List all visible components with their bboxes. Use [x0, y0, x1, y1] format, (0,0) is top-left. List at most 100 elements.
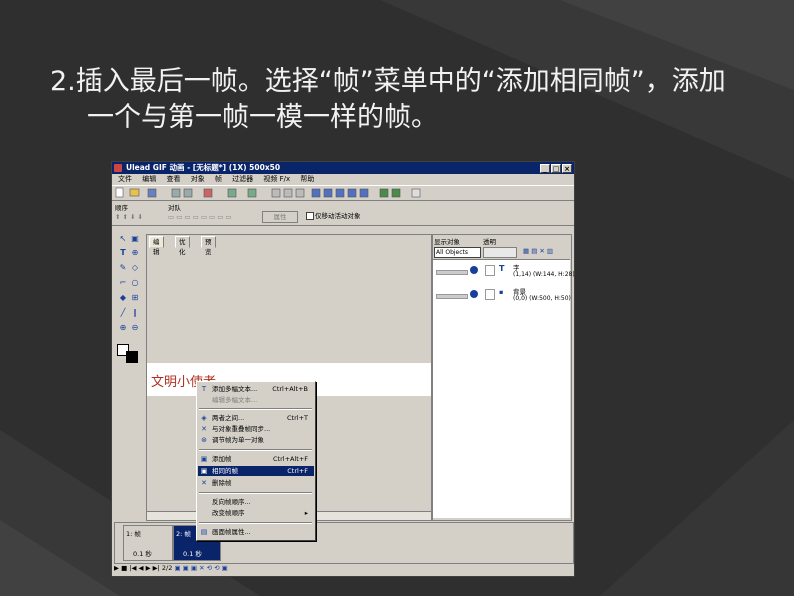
- frame-add-icon[interactable]: [311, 188, 321, 198]
- pen-tool-icon[interactable]: ∥: [130, 308, 140, 318]
- frame-counter: 2/2: [161, 564, 173, 572]
- playback-tool-icons[interactable]: ▣ ▣ ▣ ✕ ⟲ ⟲ ▣: [174, 564, 227, 572]
- text-tool-icon[interactable]: T: [118, 248, 128, 258]
- opacity-slider[interactable]: [483, 247, 517, 258]
- object-filter-select[interactable]: All Objects: [434, 247, 481, 258]
- only-move-active-checkbox[interactable]: [306, 212, 314, 220]
- fill-tool-icon[interactable]: ◆: [118, 293, 128, 303]
- print-icon[interactable]: [171, 188, 181, 198]
- menu-item-edit-multi-text[interactable]: 编辑多幅文本...: [198, 395, 314, 405]
- zoom-out-icon[interactable]: ⊖: [130, 323, 140, 333]
- eyedropper-tool-icon[interactable]: ╱: [118, 308, 128, 318]
- menu-item-label: 调节帧为单一对象: [212, 436, 264, 444]
- lock-icon[interactable]: [485, 265, 495, 276]
- menu-item-label: 添加帧: [212, 455, 232, 463]
- menu-video-fx[interactable]: 视频 F/x: [263, 175, 290, 183]
- wizard-icon[interactable]: [391, 188, 401, 198]
- close-button[interactable]: ×: [562, 164, 572, 173]
- open-icon[interactable]: [129, 188, 140, 197]
- menu-file[interactable]: 文件: [118, 175, 132, 183]
- tween-icon[interactable]: [347, 188, 357, 198]
- arrange-panel: 顺序 对队 ⬆ ⬆ ⬇ ⬇ ▭ ▭ ▭ ▭ ▭ ▭ ▭ ▭ 属性 仅移动活动对象: [112, 201, 574, 226]
- menu-item-add-multi-text[interactable]: T 添加多幅文本... Ctrl+Alt+B: [198, 384, 314, 394]
- text-object-icon: T: [499, 264, 505, 273]
- image-object-icon: ▪: [499, 288, 504, 296]
- order-buttons[interactable]: ⬆ ⬆ ⬇ ⬇: [115, 213, 143, 221]
- menu-item-change-order[interactable]: 改变帧顺序 ▸: [198, 508, 314, 518]
- new-icon[interactable]: [115, 187, 124, 198]
- frame-duration[interactable]: 0.1 秒: [183, 548, 202, 558]
- playback-bar: ▶ ■ |◀ ◀ ▶ ▶| 2/2 ▣ ▣ ▣ ✕ ⟲ ⟲ ▣: [114, 563, 572, 573]
- maximize-button[interactable]: □: [551, 164, 561, 173]
- add-frame-icon: ▣: [200, 455, 208, 463]
- menu-separator: [199, 449, 312, 451]
- object-list: T 字 (1,14) (W:144, H:28) ▪ 背景 (0,0) (W:5…: [433, 259, 574, 518]
- duplicate-frame-icon: ▣: [200, 467, 208, 475]
- grid-tool-icon[interactable]: ⊞: [130, 293, 140, 303]
- redo-icon[interactable]: [247, 188, 257, 198]
- visibility-icon[interactable]: [470, 266, 478, 274]
- menu-item-add-frame[interactable]: ▣ 添加帧 Ctrl+Alt+F: [198, 454, 314, 464]
- slide-heading: 2.插入最后一帧。选择“帧”菜单中的“添加相同帧”，添加 一个与第一帧一模一样的…: [50, 64, 770, 136]
- transform-tool-icon[interactable]: ⊕: [130, 248, 140, 258]
- zoom-in-icon[interactable]: ⊕: [118, 323, 128, 333]
- frame-duration[interactable]: 0.1 秒: [133, 548, 152, 558]
- scan-icon[interactable]: [183, 188, 193, 198]
- menu-item-label: 相同的帧: [212, 467, 238, 475]
- pointer-tool-icon[interactable]: ↖: [118, 234, 128, 244]
- brush-tool-icon[interactable]: ✎: [118, 263, 128, 273]
- object-info: (0,0) (W:500, H:50): [513, 295, 571, 302]
- tab-preview[interactable]: 预览: [201, 236, 216, 256]
- eraser-tool-icon[interactable]: ⌐: [118, 278, 128, 288]
- menu-item-frame-properties[interactable]: ▤ 画面帧属性...: [198, 527, 314, 537]
- minimize-button[interactable]: _: [540, 164, 550, 173]
- lasso-tool-icon[interactable]: ○: [130, 278, 140, 288]
- lock-icon[interactable]: [485, 289, 495, 300]
- object-row[interactable]: T 字 (1,14) (W:144, H:28): [433, 262, 574, 280]
- menu-filter[interactable]: 过滤器: [232, 175, 253, 183]
- preview-icon[interactable]: [379, 188, 389, 198]
- copy-icon[interactable]: [283, 188, 293, 198]
- undo-icon[interactable]: [227, 188, 237, 198]
- menu-item-merge-single[interactable]: ⊛ 调节帧为单一对象: [198, 435, 314, 445]
- menu-item-sync-overlap[interactable]: ✕ 与对象重叠帧同步...: [198, 424, 314, 434]
- frame-del-icon[interactable]: [335, 188, 345, 198]
- menu-item-tween[interactable]: ◈ 两者之间... Ctrl+T: [198, 413, 314, 423]
- effect-icon[interactable]: [203, 188, 213, 198]
- sync-icon[interactable]: [359, 188, 369, 198]
- tab-edit[interactable]: 编辑: [149, 236, 164, 256]
- cut-icon[interactable]: [271, 188, 281, 198]
- magic-wand-icon[interactable]: ◇: [130, 263, 140, 273]
- frame-panel: 1: 帧 0.1 秒 2: 帧 0.1 秒: [114, 522, 574, 564]
- frame-number: 2: 帧: [176, 530, 191, 538]
- menu-object[interactable]: 对象: [191, 175, 205, 183]
- align-buttons[interactable]: ▭ ▭ ▭ ▭ ▭ ▭ ▭ ▭: [168, 213, 232, 221]
- only-move-active-label: 仅移动活动对象: [315, 212, 361, 220]
- menu-item-label: 画面帧属性...: [212, 528, 251, 536]
- main-toolbar: [112, 185, 574, 201]
- menu-view[interactable]: 查看: [166, 175, 180, 183]
- menu-edit[interactable]: 编辑: [142, 175, 156, 183]
- menu-item-shortcut: Ctrl+T: [287, 414, 308, 422]
- crop-tool-icon[interactable]: ▣: [130, 234, 140, 244]
- tab-optimize[interactable]: 优化: [175, 236, 190, 256]
- menu-item-duplicate-frame[interactable]: ▣ 相同的帧 Ctrl+F: [198, 466, 314, 476]
- object-tool-icons[interactable]: ▦ ▤ ✕ ▥: [523, 247, 553, 255]
- background-color-swatch[interactable]: [126, 351, 138, 363]
- menu-frame[interactable]: 帧: [215, 175, 222, 183]
- menu-item-label: 改变帧顺序: [212, 509, 245, 517]
- menu-separator: [199, 492, 312, 494]
- help-icon[interactable]: [411, 188, 421, 198]
- paste-icon[interactable]: [295, 188, 305, 198]
- object-row[interactable]: ▪ 背景 (0,0) (W:500, H:50): [433, 286, 571, 304]
- save-icon[interactable]: [147, 188, 157, 198]
- frame-dup-icon[interactable]: [323, 188, 333, 198]
- properties-button[interactable]: 属性: [262, 211, 298, 223]
- window-titlebar[interactable]: Ulead GIF 动画 - [无标题*] (1X) 500x50 _ □ ×: [112, 162, 574, 174]
- menu-help[interactable]: 帮助: [300, 175, 314, 183]
- frame-item[interactable]: 1: 帧 0.1 秒: [123, 525, 173, 561]
- menu-item-reverse-order[interactable]: 反向帧顺序...: [198, 497, 314, 507]
- playback-controls[interactable]: ▶ ■ |◀ ◀ ▶ ▶|: [114, 564, 162, 572]
- visibility-icon[interactable]: [470, 290, 478, 298]
- menu-item-delete-frame[interactable]: ✕ 删除帧: [198, 478, 314, 488]
